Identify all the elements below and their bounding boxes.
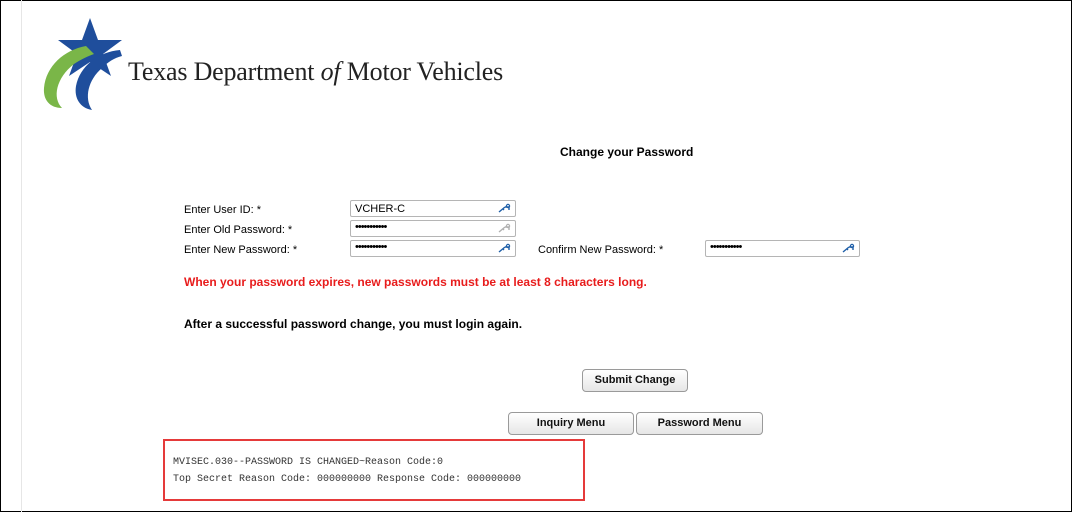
old-password-mask: ••••••••••• — [355, 221, 387, 233]
confirm-password-mask: ••••••••••• — [710, 241, 742, 253]
user-id-input[interactable]: VCHER-C — [350, 200, 516, 217]
agency-name-prefix: Texas Department — [128, 57, 321, 86]
agency-name-suffix: Motor Vehicles — [340, 57, 504, 86]
submit-change-button[interactable]: Submit Change — [582, 369, 688, 392]
user-id-label: Enter User ID: * — [184, 204, 262, 216]
status-message-box: MVISEC.030--PASSWORD IS CHANGED~Reason C… — [163, 439, 585, 501]
old-password-input[interactable]: ••••••••••• — [350, 220, 516, 237]
page-title: Change your Password — [560, 145, 694, 159]
user-id-value: VCHER-C — [355, 203, 406, 215]
password-menu-button[interactable]: Password Menu — [636, 412, 763, 435]
key-icon[interactable] — [497, 242, 511, 255]
confirm-password-input[interactable]: ••••••••••• — [705, 240, 860, 257]
password-length-warning: When your password expires, new password… — [184, 275, 647, 289]
status-line-1: MVISEC.030--PASSWORD IS CHANGED~Reason C… — [173, 457, 444, 468]
agency-name: Texas Department of Motor Vehicles — [128, 57, 503, 87]
status-line-2: Top Secret Reason Code: 000000000 Respon… — [173, 474, 522, 485]
new-password-label: Enter New Password: * — [184, 244, 298, 256]
txdmv-logo — [43, 18, 122, 110]
key-icon[interactable] — [497, 202, 511, 215]
agency-name-of: of — [320, 57, 341, 86]
confirm-password-label: Confirm New Password: * — [538, 244, 664, 256]
new-password-input[interactable]: ••••••••••• — [350, 240, 516, 257]
new-password-mask: ••••••••••• — [355, 241, 387, 253]
key-icon[interactable] — [841, 242, 855, 255]
relogin-notice: After a successful password change, you … — [184, 317, 523, 331]
key-icon[interactable] — [497, 222, 511, 235]
old-password-label: Enter Old Password: * — [184, 224, 293, 236]
inquiry-menu-button[interactable]: Inquiry Menu — [508, 412, 634, 435]
left-divider — [21, 0, 22, 512]
